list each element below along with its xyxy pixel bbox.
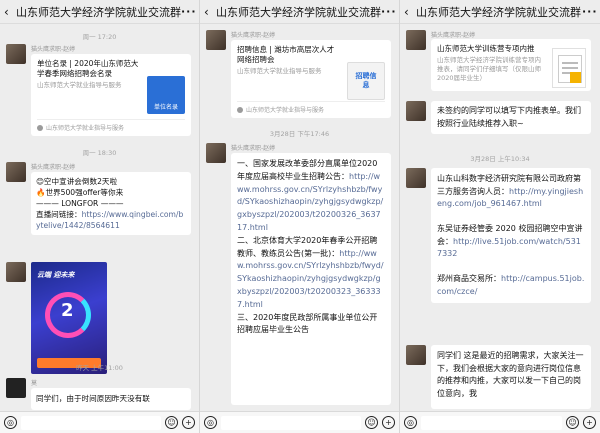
- timestamp: 昨天 上午11:00: [76, 364, 123, 372]
- avatar[interactable]: [6, 262, 26, 282]
- poster-image[interactable]: 云端 迎未来 2: [31, 262, 107, 374]
- emoji-icon[interactable]: ☺: [365, 416, 378, 429]
- input-bar: ◎ ☺ +: [0, 411, 199, 433]
- card-description: 山东师范大学就业指导与服务: [237, 67, 322, 75]
- chat-header: ‹ 山东师范大学经济学院就业交流群(133) ···: [0, 0, 199, 24]
- message-text-segment: 三、2020年度民政部所属事业单位公开招聘应届毕业生公告: [237, 312, 378, 335]
- screenshot-collage: ‹ 山东师范大学经济学院就业交流群(133) ··· 周一 17:20 猫头鹰求…: [0, 0, 600, 433]
- chat-title: 山东师范大学经济学院就业交流群(133): [16, 5, 181, 19]
- timestamp: 3月28日 上午10:34: [470, 155, 530, 163]
- sender-name: 猫头鹰求职-赵婷: [31, 46, 76, 53]
- sender-name: 猫头鹰求职-赵婷: [231, 145, 276, 152]
- chat-panel-1: ‹ 山东师范大学经济学院就业交流群(133) ··· 周一 17:20 猫头鹰求…: [0, 0, 200, 433]
- card-title: 山东师范大学训练营专项内推: [437, 44, 535, 53]
- avatar[interactable]: [406, 101, 426, 121]
- message-bubble[interactable]: 一、国家发展改革委部分直属单位2020年度应届高校毕业生招聘公告：http://…: [231, 153, 391, 405]
- voice-icon[interactable]: ◎: [204, 416, 217, 429]
- document-tag-graphic: [570, 72, 581, 83]
- message-input[interactable]: [21, 415, 161, 430]
- article-card[interactable]: 招聘信息 | 潍坊市高层次人才网络招聘会 山东师范大学就业指导与服务 招聘信息 …: [231, 40, 391, 118]
- message-input[interactable]: [221, 415, 361, 430]
- document-icon: [552, 48, 586, 88]
- avatar[interactable]: [6, 44, 26, 64]
- back-chevron-icon[interactable]: ‹: [4, 5, 16, 19]
- message-text: 同学们，由于时间原因昨天没有联: [36, 394, 150, 403]
- message-bubble[interactable]: 未签约的同学可以填写下内推表单。我们按照行业陆续推荐入职~: [431, 101, 591, 134]
- sender-name: 猫头鹰求职-赵婷: [231, 32, 276, 39]
- card-source: 山东师范大学就业指导与服务: [46, 125, 125, 132]
- thumbnail-label: 单位名录: [153, 104, 178, 111]
- message-text: 😊空中宣讲会倒数2天啦 🔥世界500强offer等你来 ——— LONGFOR …: [36, 176, 186, 231]
- card-thumbnail: 招聘信息: [347, 62, 385, 100]
- emoji-icon[interactable]: ☺: [165, 416, 178, 429]
- emoji-icon[interactable]: ☺: [566, 416, 579, 429]
- back-chevron-icon[interactable]: ‹: [204, 5, 216, 19]
- sender-name: 猫头鹰求职-赵婷: [431, 32, 476, 39]
- avatar[interactable]: [206, 30, 226, 50]
- article-card[interactable]: 单位名录 | 2020年山东师范大学春季网络招聘会名录 山东师范大学就业指导与服…: [31, 54, 191, 136]
- chat-title: 山东师范大学经济学院就业交流群(133): [416, 5, 582, 19]
- message-text-segment: 郑州商品交易所：: [437, 274, 501, 283]
- card-title: 招聘信息 | 潍坊市高层次人才网络招聘会: [237, 45, 335, 64]
- more-icon[interactable]: ···: [582, 5, 597, 18]
- card-thumbnail: 单位名录: [147, 76, 185, 114]
- chat-panel-3: ‹ 山东师范大学经济学院就业交流群(133) ··· 猫头鹰求职-赵婷 山东师范…: [400, 0, 600, 433]
- message-bubble[interactable]: 同学们，由于时间原因昨天没有联: [31, 388, 191, 410]
- avatar[interactable]: [206, 143, 226, 163]
- mini-program-icon: [37, 124, 43, 131]
- timestamp: 周一 18:30: [82, 149, 117, 157]
- input-bar: ◎ ☺ +: [200, 411, 399, 433]
- chat-header: ‹ 山东师范大学经济学院就业交流群(133) ···: [200, 0, 399, 24]
- article-card[interactable]: 山东师范大学训练营专项内推 山东师范大学经济学院训练营专项内推表，请同学们仔细填…: [431, 39, 591, 91]
- avatar[interactable]: [6, 378, 26, 398]
- poster-number-graphic: 2: [61, 300, 74, 321]
- message-text: 未签约的同学可以填写下内推表单。我们按照行业陆续推荐入职~: [437, 106, 581, 128]
- message-bubble[interactable]: 山东山科数字经济研究院有限公司政府第三方服务咨询人员：http://my.yin…: [431, 168, 591, 303]
- more-icon[interactable]: ···: [381, 5, 396, 18]
- poster-text: 云端 迎未来: [37, 271, 75, 279]
- message-text: 一、国家发展改革委部分直属单位2020年度应届高校毕业生招聘公告：http://…: [237, 158, 385, 337]
- chat-header: ‹ 山东师范大学经济学院就业交流群(133) ···: [400, 0, 600, 24]
- message-input[interactable]: [421, 415, 562, 430]
- card-footer: 山东师范大学就业指导与服务: [37, 119, 185, 132]
- message-text: 同学们 这是最近的招聘需求，大家关注一下，我们会根据大家的意向进行岗位信息的推荐…: [437, 351, 584, 398]
- card-description: 山东师范大学经济学院训练营专项内推表，请同学们仔细填写（仅限山师2020届毕业生…: [437, 56, 541, 82]
- avatar[interactable]: [6, 162, 26, 182]
- plus-icon[interactable]: +: [182, 416, 195, 429]
- card-footer: 山东师范大学就业指导与服务: [237, 101, 385, 114]
- mini-program-icon: [237, 106, 243, 113]
- card-description: 山东师范大学就业指导与服务: [37, 81, 122, 89]
- card-source: 山东师范大学就业指导与服务: [246, 107, 325, 114]
- input-bar: ◎ ☺ +: [400, 411, 600, 433]
- timestamp: 3月28日 下午17:46: [269, 130, 330, 138]
- plus-icon[interactable]: +: [382, 416, 395, 429]
- voice-icon[interactable]: ◎: [4, 416, 17, 429]
- voice-icon[interactable]: ◎: [404, 416, 417, 429]
- avatar[interactable]: [406, 168, 426, 188]
- message-bubble[interactable]: 😊空中宣讲会倒数2天啦 🔥世界500强offer等你来 ——— LONGFOR …: [31, 172, 191, 235]
- thumbnail-label: 招聘信息: [355, 72, 377, 89]
- avatar[interactable]: [406, 345, 426, 365]
- message-text: 山东山科数字经济研究院有限公司政府第三方服务咨询人员：http://my.yin…: [437, 173, 585, 298]
- message-bubble[interactable]: 同学们 这是最近的招聘需求，大家关注一下，我们会根据大家的意向进行岗位信息的推荐…: [431, 345, 591, 409]
- message-link[interactable]: http://live.51job.com/watch/5317332: [437, 237, 581, 259]
- avatar[interactable]: [406, 30, 426, 50]
- timestamp: 周一 17:20: [82, 33, 117, 41]
- sender-name: 猫头鹰求职-赵婷: [31, 164, 76, 171]
- card-title: 单位名录 | 2020年山东师范大学春季网络招聘会名录: [37, 59, 139, 78]
- chat-title: 山东师范大学经济学院就业交流群(133): [216, 5, 381, 19]
- back-chevron-icon[interactable]: ‹: [404, 5, 416, 19]
- plus-icon[interactable]: +: [583, 416, 596, 429]
- chat-panel-2: ‹ 山东师范大学经济学院就业交流群(133) ··· 猫头鹰求职-赵婷 招聘信息…: [200, 0, 400, 433]
- sender-name: 莫: [31, 380, 38, 387]
- more-icon[interactable]: ···: [181, 5, 196, 18]
